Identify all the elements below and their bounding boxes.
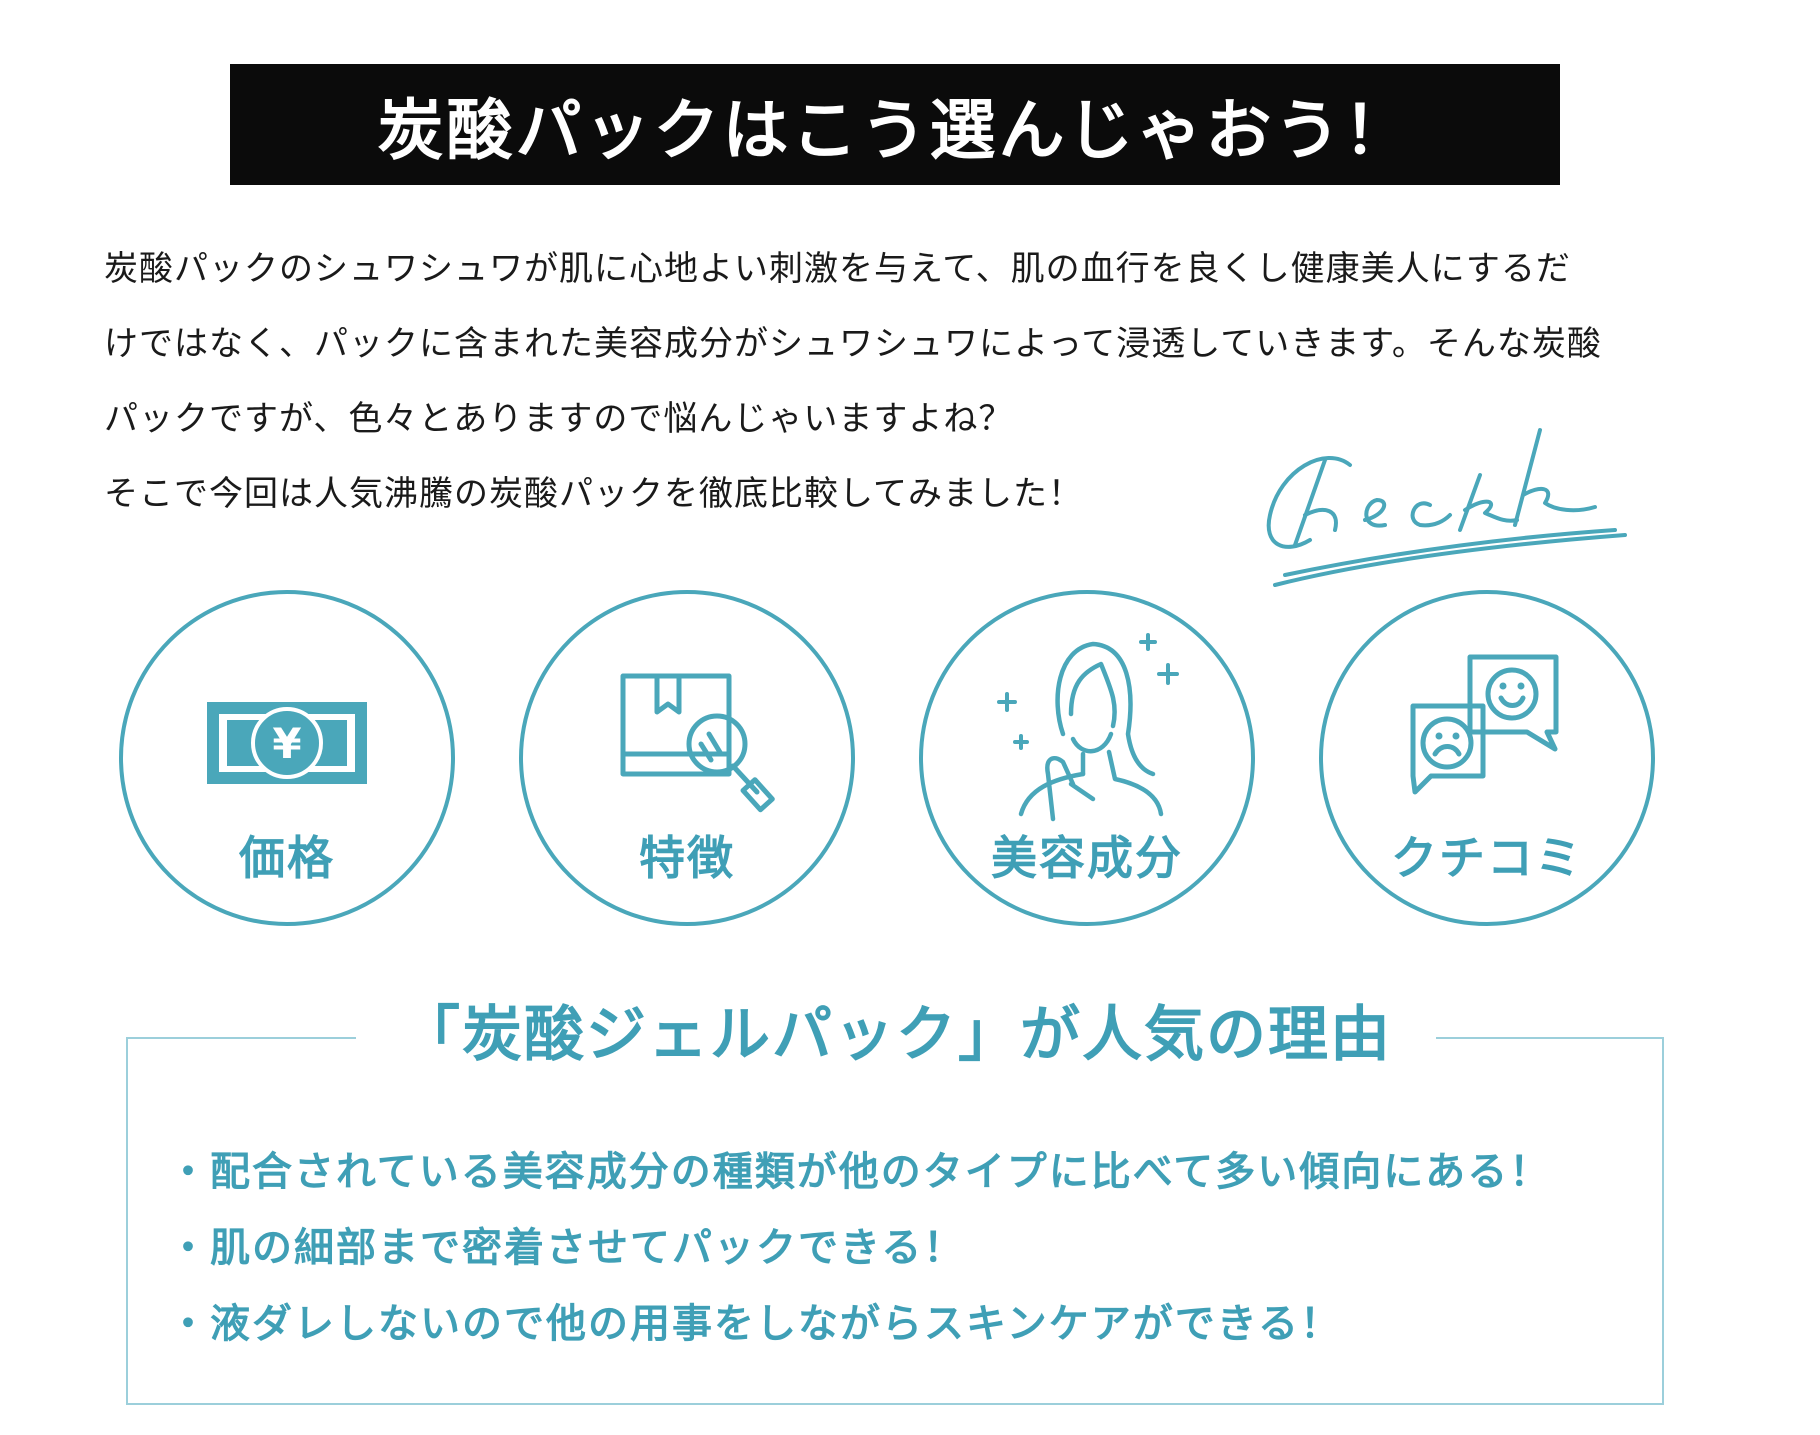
intro-line: 炭酸パックのシュワシュワが肌に心地よい刺激を与えて、肌の血行を良くし健康美人にす…	[104, 249, 1571, 289]
criteria-ingredients: 美容成分	[919, 590, 1255, 926]
criteria-reviews: クチコミ	[1319, 590, 1655, 926]
list-item: ・液ダレしないので他の用事をしながらスキンケアができる！	[168, 1301, 1342, 1347]
criteria-label: クチコミ	[1391, 831, 1583, 885]
list-item: ・配合されている美容成分の種類が他のタイプに比べて多い傾向にある！	[168, 1149, 1552, 1195]
criteria-label: 価格	[239, 831, 335, 885]
criteria-label: 特徴	[639, 831, 735, 885]
list-item: ・肌の細部まで密着させてパックできる！	[168, 1225, 966, 1271]
intro-line: けではなく、パックに含まれた美容成分がシュワシュワによって浸透していきます。そん…	[104, 324, 1602, 364]
section-title: 炭酸パックはこう選んじゃおう！	[230, 64, 1560, 185]
check-script-logo	[1266, 428, 1627, 587]
criteria-price: ¥ 価格	[119, 590, 455, 926]
criteria-label: 美容成分	[991, 831, 1183, 885]
reasons-heading: 「炭酸ジェルパック」が人気の理由	[356, 990, 1436, 1080]
svg-text:¥: ¥	[272, 719, 301, 768]
criteria-features: 特徴	[519, 590, 855, 926]
reasons-list: ・配合されている美容成分の種類が他のタイプに比べて多い傾向にある！ ・肌の細部ま…	[168, 1134, 1551, 1362]
